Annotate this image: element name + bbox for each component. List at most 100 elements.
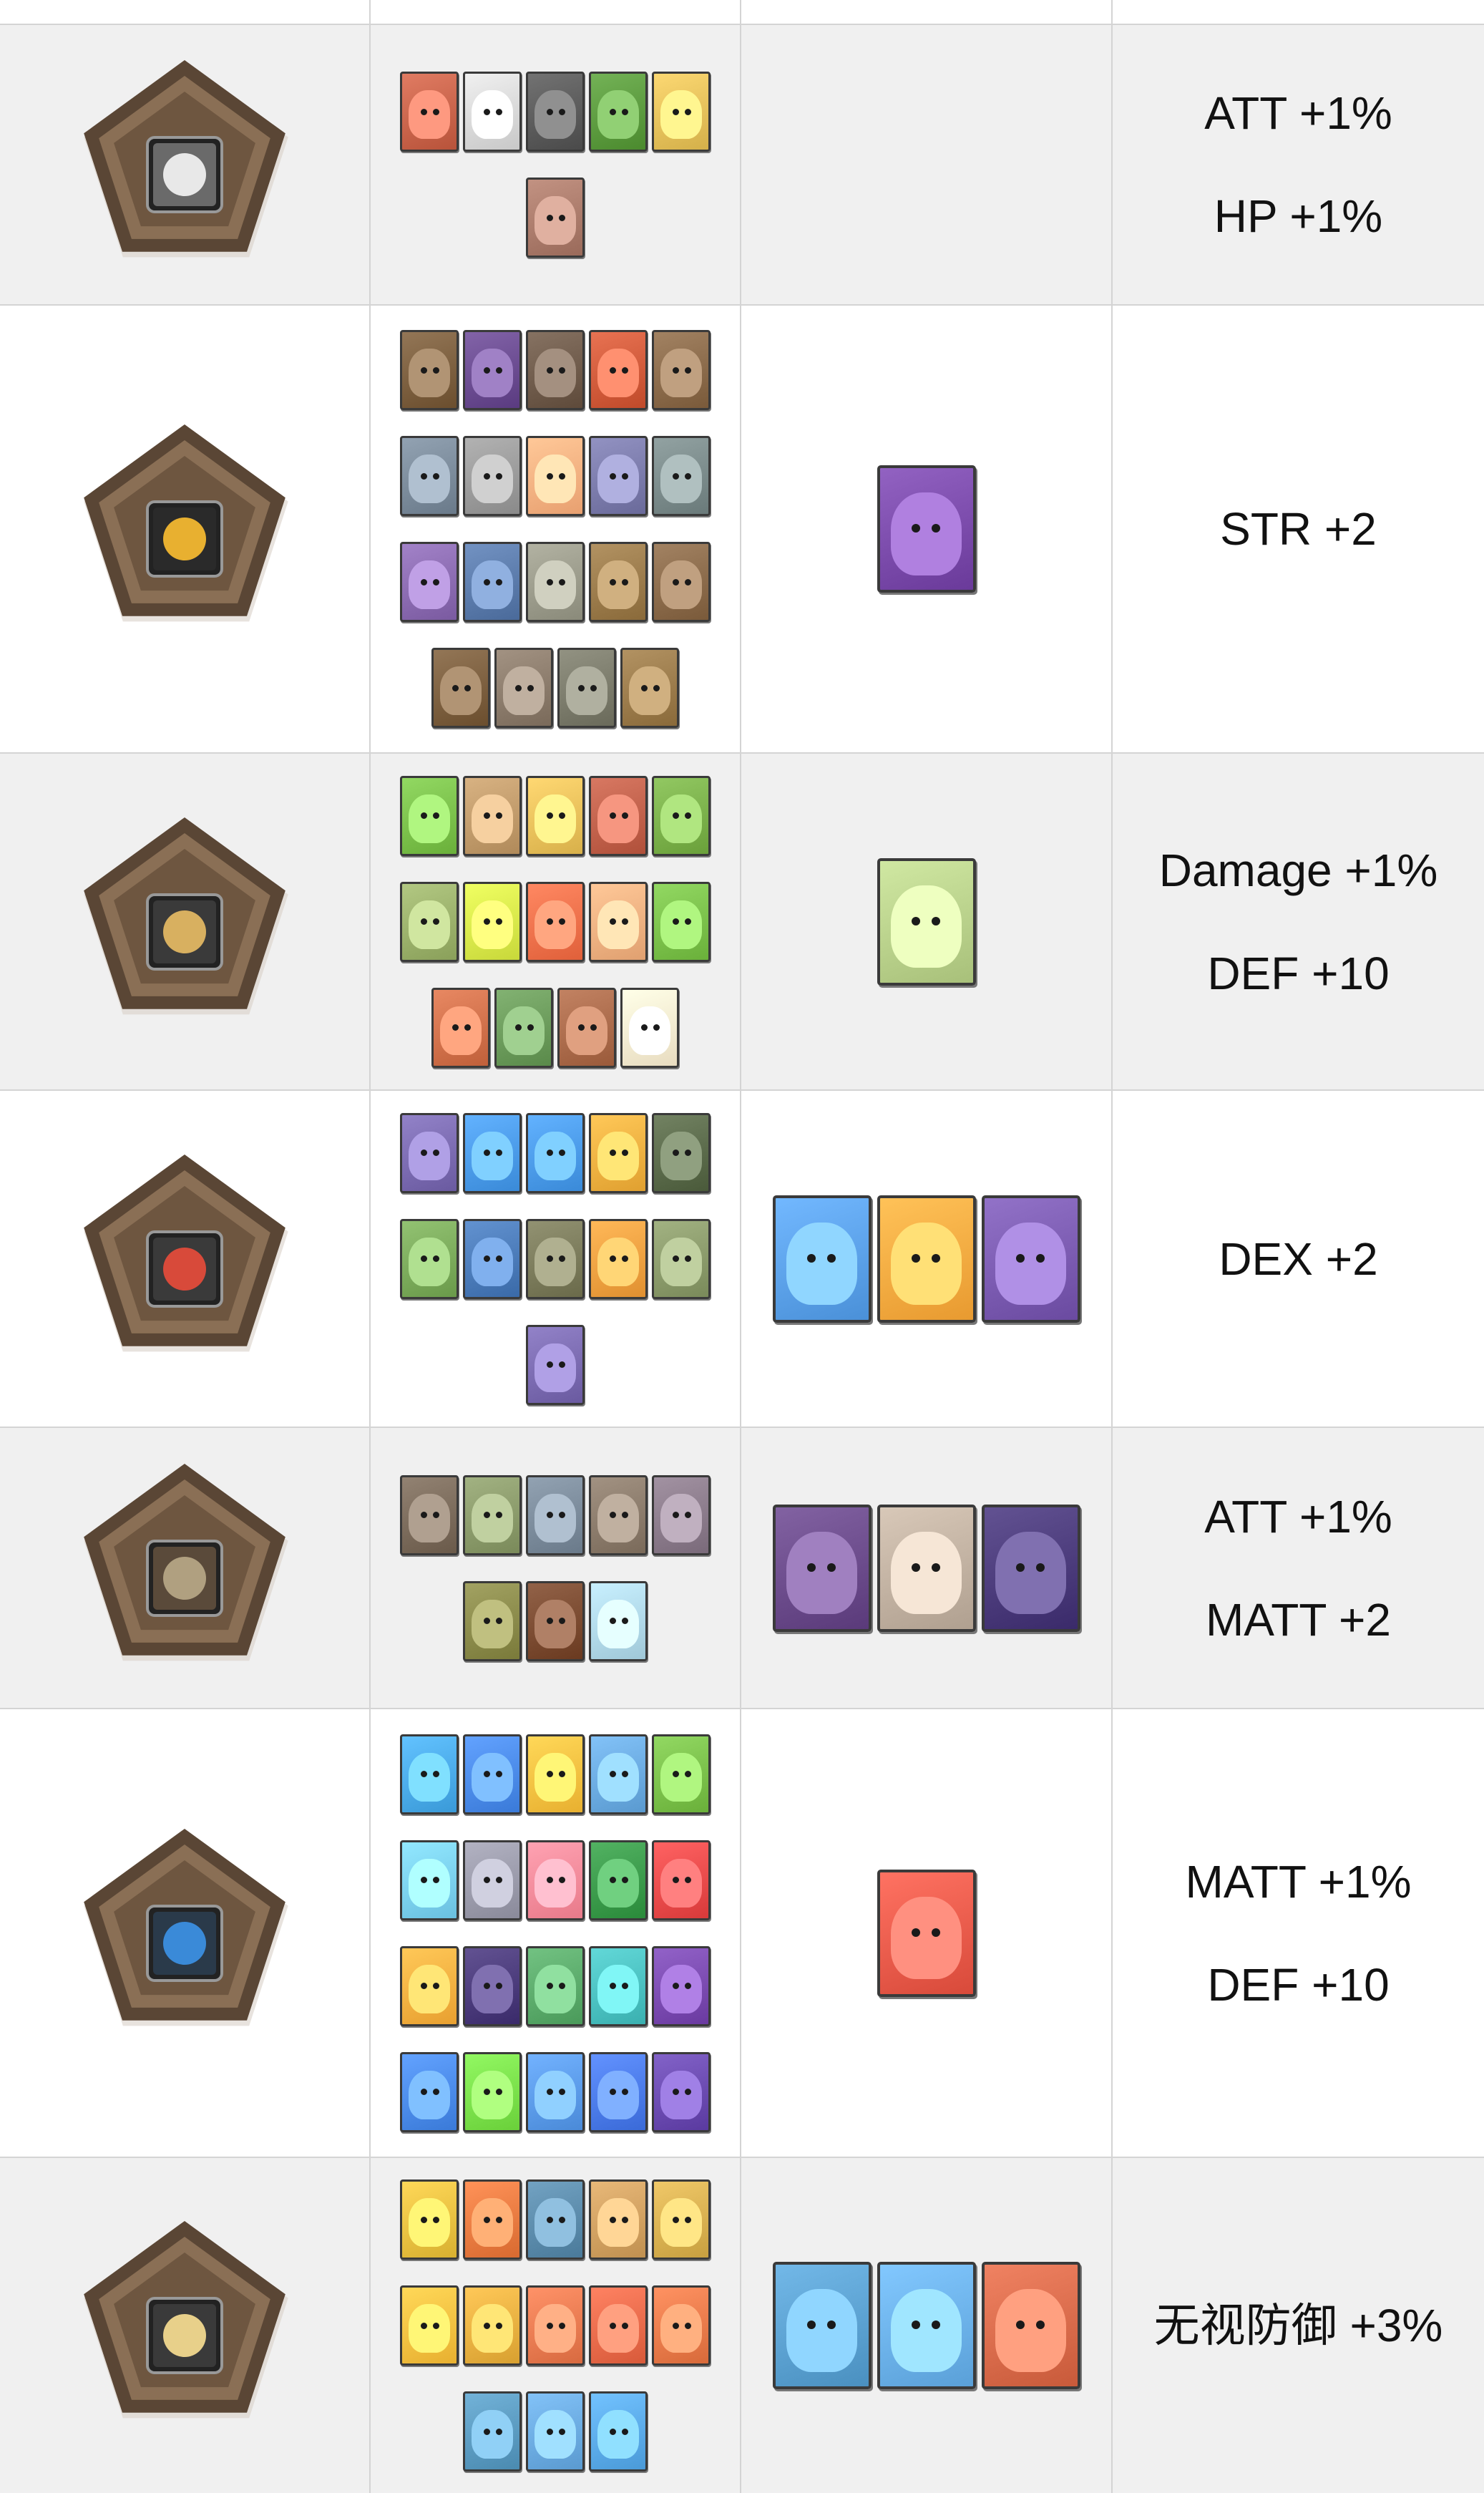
monster-card-icon — [526, 1734, 585, 1814]
monster-portrait — [660, 1131, 702, 1180]
monster-portrait — [409, 2304, 450, 2353]
monster-eye — [609, 366, 616, 374]
monster-eye — [558, 1255, 565, 1263]
monster-eye — [495, 1877, 502, 1884]
monster-card-icon — [463, 881, 522, 962]
monster-card-icon — [620, 648, 679, 728]
monster-eye — [827, 1253, 836, 1263]
emblem-glyph — [163, 1556, 206, 1600]
monster-card-icon — [526, 775, 585, 856]
monster-card-row — [398, 775, 713, 856]
monster-card-icon — [526, 72, 585, 152]
monster-portrait — [597, 1964, 639, 2013]
monster-eye — [609, 108, 616, 115]
monster-card-icon — [652, 2051, 711, 2132]
monster-portrait — [597, 1858, 639, 1908]
monster-card-icon — [877, 465, 976, 593]
monster-portrait — [534, 349, 576, 398]
monster-card-icon — [589, 436, 648, 516]
boss-cell — [741, 1091, 1113, 1427]
monster-card-icon — [526, 178, 585, 258]
monster-portrait — [534, 1237, 576, 1286]
monster-eye — [558, 2322, 565, 2329]
monster-card-icon — [772, 1195, 872, 1323]
monster-eye — [932, 1928, 941, 1937]
reward-cell: ATT +1% MATT +2 — [1113, 1428, 1484, 1708]
monster-eye — [1036, 1253, 1045, 1263]
monster-eye — [546, 108, 553, 115]
monster-eye — [432, 1771, 439, 1778]
monster-card-icon — [526, 1945, 585, 2026]
shield-emblem-icon — [84, 1154, 288, 1351]
monster-eye — [621, 472, 628, 480]
monster-eye — [495, 366, 502, 374]
monster-eye — [621, 2322, 628, 2329]
monster-portrait — [472, 2070, 513, 2119]
monster-eye — [558, 214, 565, 221]
monster-eye — [1015, 2321, 1025, 2330]
monster-portrait — [597, 1752, 639, 1802]
monster-card-icon — [463, 775, 522, 856]
monster-card-icon — [589, 1840, 648, 1920]
monster-card-icon — [400, 1840, 459, 1920]
monster-eye — [684, 578, 691, 585]
monster-eye — [432, 578, 439, 585]
monster-eye — [558, 1983, 565, 1990]
monster-eye — [621, 1512, 628, 1519]
monster-portrait — [891, 1222, 962, 1306]
monster-portrait — [786, 1222, 857, 1306]
monster-eye — [495, 918, 502, 925]
stat-bonus: HP +1% — [1214, 190, 1383, 242]
monster-eye — [451, 684, 459, 691]
boss-cell — [741, 0, 1113, 24]
monster-eye — [558, 1512, 565, 1519]
monster-portrait — [660, 2304, 702, 2353]
monster-card-icon — [400, 330, 459, 410]
monster-eye — [911, 1563, 920, 1572]
reward-cell: STR +2 — [1113, 306, 1484, 752]
monster-portrait — [472, 1493, 513, 1542]
monster-card-icon — [652, 1112, 711, 1193]
monster-eye — [621, 1771, 628, 1778]
stat-bonus: DEF +10 — [1207, 947, 1390, 999]
monster-card-row — [398, 542, 713, 622]
monster-portrait — [472, 1964, 513, 2013]
monster-eye — [546, 214, 553, 221]
monster-card-icon — [431, 648, 490, 728]
monster-card-icon — [526, 1218, 585, 1299]
boss-cell — [741, 306, 1113, 752]
monster-portrait — [660, 349, 702, 398]
monster-eye — [495, 1771, 502, 1778]
monster-eye — [558, 918, 565, 925]
monster-eye — [420, 472, 427, 480]
monster-eye — [932, 916, 941, 925]
stat-bonus: DEX +2 — [1219, 1233, 1378, 1285]
monster-eye — [672, 472, 679, 480]
monster-eye — [558, 1771, 565, 1778]
monster-eye — [1015, 1253, 1025, 1263]
stat-bonus: MATT +1% — [1185, 1855, 1412, 1908]
monster-portrait — [409, 90, 450, 140]
reward-cell: 无视防御 +3% — [1113, 2158, 1484, 2493]
monster-card-icon — [557, 987, 616, 1068]
monster-card-icon — [400, 1945, 459, 2026]
boss-cell — [741, 1709, 1113, 2157]
monster-eye — [420, 2216, 427, 2223]
monster-card-icon — [652, 72, 711, 152]
monster-card-icon — [400, 1218, 459, 1299]
monster-portrait — [472, 90, 513, 140]
reward-cell: ATT +1% HP +1% — [1113, 25, 1484, 304]
monster-card-icon — [400, 2179, 459, 2260]
monster-portrait — [472, 1131, 513, 1180]
monster-portrait — [597, 1131, 639, 1180]
monster-card-icon — [400, 542, 459, 622]
monster-portrait — [660, 2070, 702, 2119]
monster-eye — [684, 1255, 691, 1263]
monster-eye — [432, 2216, 439, 2223]
emblem-glyph — [163, 153, 206, 196]
monster-portrait — [409, 560, 450, 610]
monster-card-row — [398, 1734, 713, 1814]
lion-emblem-icon — [84, 60, 288, 258]
monster-card-icon — [652, 1945, 711, 2026]
monster-card-icon — [526, 2179, 585, 2260]
